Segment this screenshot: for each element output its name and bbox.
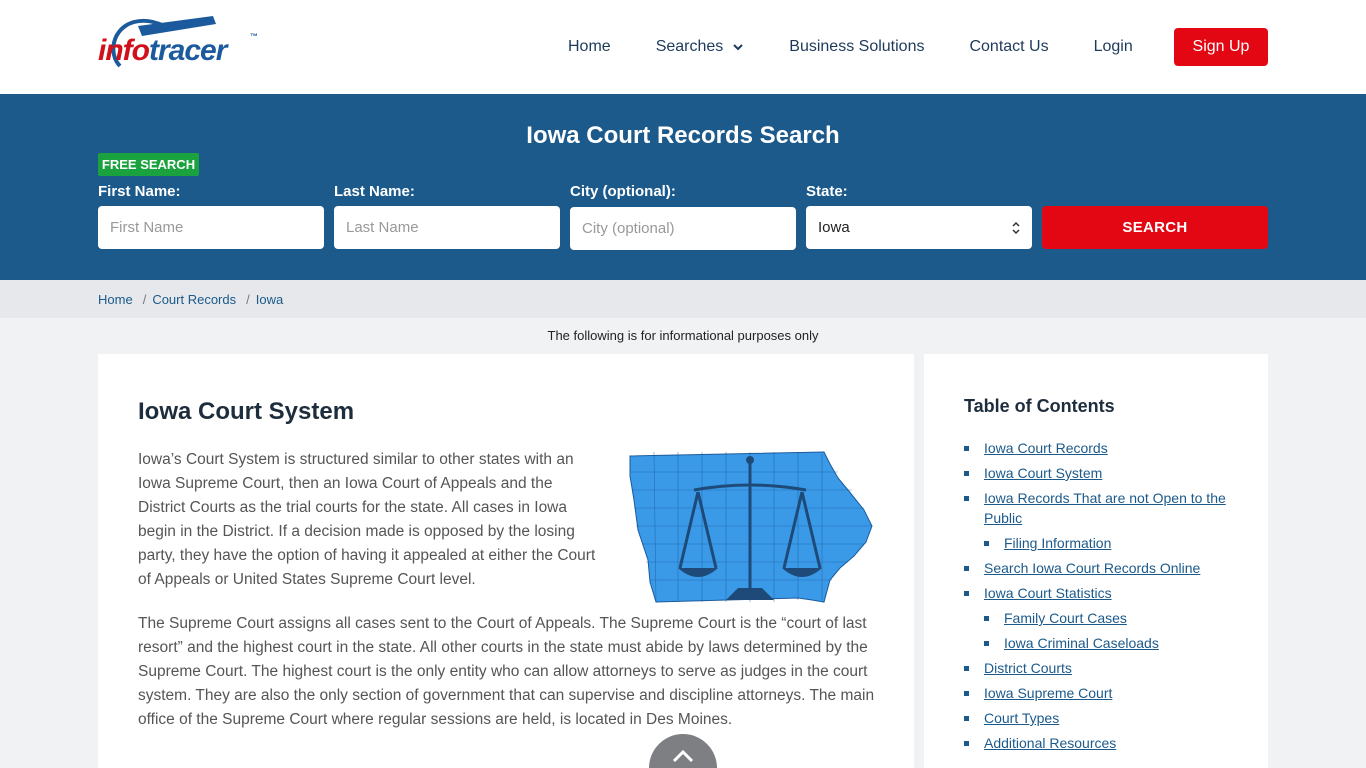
city-label: City (optional): [570,183,676,200]
chevron-up-icon [672,749,694,763]
infotracer-logo[interactable]: infotracer ™ [98,14,263,80]
toc-item: Iowa Court Statistics [964,583,1244,603]
search-button[interactable]: SEARCH [1042,206,1268,249]
site-header: infotracer ™ Home Searches Business Solu… [0,0,1366,94]
chevron-down-icon [733,44,743,51]
city-input[interactable]: City (optional) [570,207,796,250]
last-name-label: Last Name: [334,183,415,200]
first-name-input[interactable]: First Name [98,206,324,249]
first-name-label: First Name: [98,183,181,200]
breadcrumb: Home / Court Records / Iowa [98,292,283,307]
last-name-input[interactable]: Last Name [334,206,560,249]
logo-wordmark: infotracer [98,34,227,68]
toc-item: Iowa Records That are not Open to the Pu… [964,488,1244,528]
breadcrumb-bar: Home / Court Records / Iowa [0,280,1366,318]
logo-info-text: info [98,34,150,67]
nav-login[interactable]: Login [1094,38,1133,56]
toc-item: Additional Resources [964,733,1244,753]
breadcrumb-separator: / [142,292,147,307]
page-title: Iowa Court Records Search [526,122,840,149]
nav-searches[interactable]: Searches [656,38,745,56]
toc-item: Iowa Criminal Caseloads [964,633,1244,653]
breadcrumb-current: Iowa [255,292,284,307]
toc-item: Search Iowa Court Records Online [964,558,1244,578]
logo-trademark: ™ [250,32,258,41]
section-title: Iowa Court System [138,398,355,425]
toc-link[interactable]: Filing Information [1004,535,1111,551]
nav-contact-us[interactable]: Contact Us [969,38,1048,56]
main-nav: Home Searches Business Solutions Contact… [568,28,1178,66]
sign-up-button[interactable]: Sign Up [1174,28,1268,66]
toc-link[interactable]: Family Court Cases [1004,610,1127,626]
breadcrumb-court-records[interactable]: Court Records [152,292,236,307]
breadcrumb-separator: / [246,292,250,307]
toc-item: Filing Information [964,533,1244,553]
toc-item: District Courts [964,658,1244,678]
nav-business-solutions[interactable]: Business Solutions [789,38,924,56]
state-select[interactable]: Iowa [806,206,1032,249]
toc-link[interactable]: Iowa Court Statistics [984,585,1112,601]
toc-list: Iowa Court Records Iowa Court System Iowa … [964,438,1244,758]
toc-item: Court Types [964,708,1244,728]
toc-link[interactable]: Iowa Criminal Caseloads [1004,635,1159,651]
iowa-map-scales-icon [629,451,873,603]
select-arrows-icon [1012,221,1020,234]
logo-tracer-text: tracer [148,34,227,67]
toc-link[interactable]: Iowa Records That are not Open to the Pu… [984,490,1226,526]
article-paragraph-1: Iowa’s Court System is structured simila… [138,451,596,588]
nav-searches-label: Searches [655,38,724,55]
article-paragraph-2: The Supreme Court assigns all cases sent… [138,615,875,728]
toc-link[interactable]: Additional Resources [984,735,1116,751]
toc-link[interactable]: District Courts [984,660,1072,676]
state-label: State: [806,183,848,200]
state-select-value: Iowa [818,219,850,236]
toc-link[interactable]: Iowa Court Records [984,440,1108,456]
toc-item: Iowa Court System [964,463,1244,483]
toc-link[interactable]: Iowa Supreme Court [984,685,1112,701]
search-hero: Iowa Court Records Search FREE SEARCH Fi… [0,94,1366,280]
informational-note: The following is for informational purpo… [547,328,819,343]
toc-link[interactable]: Court Types [984,710,1059,726]
nav-home[interactable]: Home [568,38,611,56]
toc-link[interactable]: Search Iowa Court Records Online [984,560,1200,576]
table-of-contents: Table of Contents Iowa Court Records Iowa… [924,354,1268,768]
toc-link[interactable]: Iowa Court System [984,465,1102,481]
main-article: Iowa Court System Iowa’s Court System is… [98,354,914,768]
free-search-badge: FREE SEARCH [98,153,199,176]
toc-item: Family Court Cases [964,608,1244,628]
toc-item: Iowa Court Records [964,438,1244,458]
toc-title: Table of Contents [964,396,1115,416]
breadcrumb-home[interactable]: Home [98,292,133,307]
toc-item: Iowa Supreme Court [964,683,1244,703]
